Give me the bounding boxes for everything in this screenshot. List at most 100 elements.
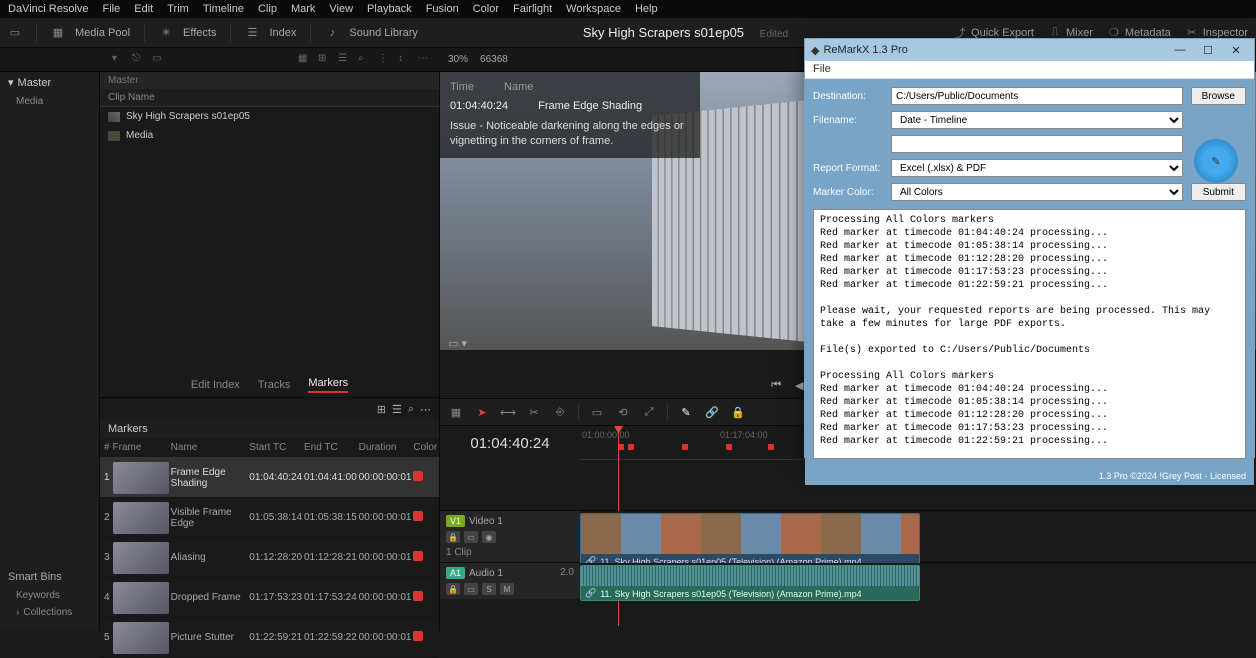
media-pool-button[interactable]: Media Pool [75,27,130,39]
clip-icon [108,112,120,122]
ruler-marker[interactable] [628,444,634,450]
lock-icon[interactable]: 🔒 [730,404,746,420]
replace-icon[interactable]: ⟲ [615,404,631,420]
filename-input[interactable] [891,135,1183,153]
close-button[interactable]: ✕ [1224,42,1248,58]
marker-color-swatch [413,551,423,561]
sort-icon[interactable]: ↕ [398,53,412,67]
effects-button[interactable]: Effects [183,27,216,39]
marker-row[interactable]: 4Dropped Frame01:17:53:2301:17:53:2400:0… [100,578,439,618]
menu-timeline[interactable]: Timeline [203,3,244,15]
timeline-timecode[interactable]: 01:04:40:24 [440,426,580,460]
marker-row[interactable]: 3Aliasing01:12:28:2001:12:28:2100:00:00:… [100,538,439,578]
viewer-crop-icon[interactable]: ▭ ▾ [448,337,467,350]
search-markers-icon[interactable]: ⌕ [408,403,414,416]
media-pool-icon[interactable]: ▦ [51,26,65,40]
remarkx-log[interactable]: Processing All Colors markers Red marker… [813,209,1246,459]
menu-mark[interactable]: Mark [291,3,315,15]
color-select[interactable]: All Colors [891,183,1183,201]
marker-row[interactable]: 1Frame Edge Shading01:04:40:2401:04:41:0… [100,458,439,498]
menu-edit[interactable]: Edit [134,3,153,15]
index-button[interactable]: Index [269,27,296,39]
first-frame-button[interactable]: ⏮ [771,379,781,392]
solo-icon[interactable]: S [482,583,496,595]
remarkx-file-menu[interactable]: File [805,61,1254,79]
insert-icon[interactable]: ⎆ [552,404,568,420]
thumb-mode-icon[interactable]: ⊞ [377,403,386,416]
format-select[interactable]: Excel (.xlsx) & PDF [891,159,1183,177]
ruler-marker[interactable] [682,444,688,450]
list-mode-icon[interactable]: ☰ [392,403,402,416]
marker-row[interactable]: 2Visible Frame Edge01:05:38:1401:05:38:1… [100,498,439,538]
thumb-view-icon[interactable]: ▦ [298,53,312,67]
list-view-icon[interactable]: ☰ [338,53,352,67]
menu-playback[interactable]: Playback [367,3,412,15]
link-icon[interactable]: ⎋ [132,53,146,67]
track-toggle-icon[interactable]: ▭ [464,531,478,543]
menu-workspace[interactable]: Workspace [566,3,621,15]
submit-button[interactable]: Submit [1191,183,1246,201]
tab-markers[interactable]: Markers [308,377,348,393]
collections-bin[interactable]: ›Collections [0,604,99,621]
sound-library-button[interactable]: Sound Library [349,27,418,39]
filter-icon[interactable]: ⋮ [378,53,392,67]
search-icon[interactable]: ⌕ [358,53,372,67]
ruler-marker[interactable] [726,444,732,450]
menu-file[interactable]: File [103,3,121,15]
menu-trim[interactable]: Trim [167,3,189,15]
menu-help[interactable]: Help [635,3,658,15]
minimize-button[interactable]: — [1168,42,1192,58]
blade-tool-icon[interactable]: ✂ [526,404,542,420]
ruler-marker[interactable] [768,444,774,450]
marker-row[interactable]: 5Picture Stutter01:22:59:2101:22:59:2200… [100,618,439,658]
track-toggle-icon[interactable]: ▭ [464,583,478,595]
video-track-header[interactable]: V1Video 1 🔒▭◉ 1 Clip [440,511,580,562]
smart-bins-header[interactable]: Smart Bins [0,567,99,587]
dynamic-trim-icon[interactable]: ✎ [678,404,694,420]
destination-input[interactable] [891,87,1183,105]
menu-color[interactable]: Color [473,3,499,15]
fit-icon[interactable]: ⤢ [641,404,657,420]
media-bin[interactable]: Media [0,93,99,110]
marker-options-icon[interactable]: ⋯ [420,403,431,416]
zoom-percent[interactable]: 30% [448,54,468,65]
link-clips-icon[interactable]: 🔗 [704,404,720,420]
menu-bar: DaVinci Resolve File Edit Trim Timeline … [0,0,1256,18]
maximize-button[interactable]: ☐ [1196,42,1220,58]
track-mute-icon[interactable]: ◉ [482,531,496,543]
folder-row[interactable]: Media [100,126,439,145]
clip-row[interactable]: Sky High Scrapers s01ep05 [100,107,439,126]
menu-view[interactable]: View [329,3,353,15]
audio-track-header[interactable]: A1Audio 12.0 🔒▭SM [440,563,580,599]
lock-track-icon[interactable]: 🔒 [446,583,460,595]
keywords-bin[interactable]: Keywords [0,587,99,604]
mute-icon[interactable]: M [500,583,514,595]
audio-clip[interactable]: 🔗11. Sky High Scrapers s01ep05 (Televisi… [580,565,920,601]
lock-track-icon[interactable]: 🔒 [446,531,460,543]
grid-view-icon[interactable]: ⊞ [318,53,332,67]
menu-fairlight[interactable]: Fairlight [513,3,552,15]
sound-library-icon[interactable]: ♪ [325,26,339,40]
overlay-icon[interactable]: ▭ [152,53,166,67]
filename-select[interactable]: Date - Timeline [891,111,1183,129]
dropdown-icon[interactable]: ▾ [112,53,126,67]
tab-tracks[interactable]: Tracks [258,379,291,391]
layout-icon[interactable]: ▭ [8,26,22,40]
master-bin[interactable]: ▾Master [0,72,99,93]
timeline-view-icon[interactable]: ▦ [448,404,464,420]
remarkx-titlebar[interactable]: ◆ ReMarkX 1.3 Pro — ☐ ✕ [805,39,1254,61]
remarkx-window[interactable]: ◆ ReMarkX 1.3 Pro — ☐ ✕ File Destination… [804,38,1255,458]
menu-clip[interactable]: Clip [258,3,277,15]
tab-edit-index[interactable]: Edit Index [191,379,240,391]
menu-fusion[interactable]: Fusion [426,3,459,15]
clip-name-column[interactable]: Clip Name [100,89,439,107]
overwrite-icon[interactable]: ▭ [589,404,605,420]
prev-button[interactable]: ◀ [795,379,803,392]
effects-icon[interactable]: ✳ [159,26,173,40]
more-icon[interactable]: ⋯ [418,53,432,67]
trim-tool-icon[interactable]: ⟷ [500,404,516,420]
browse-button[interactable]: Browse [1191,87,1246,105]
index-icon[interactable]: ☰ [245,26,259,40]
menu-davinci[interactable]: DaVinci Resolve [8,3,89,15]
selection-tool-icon[interactable]: ➤ [474,404,490,420]
